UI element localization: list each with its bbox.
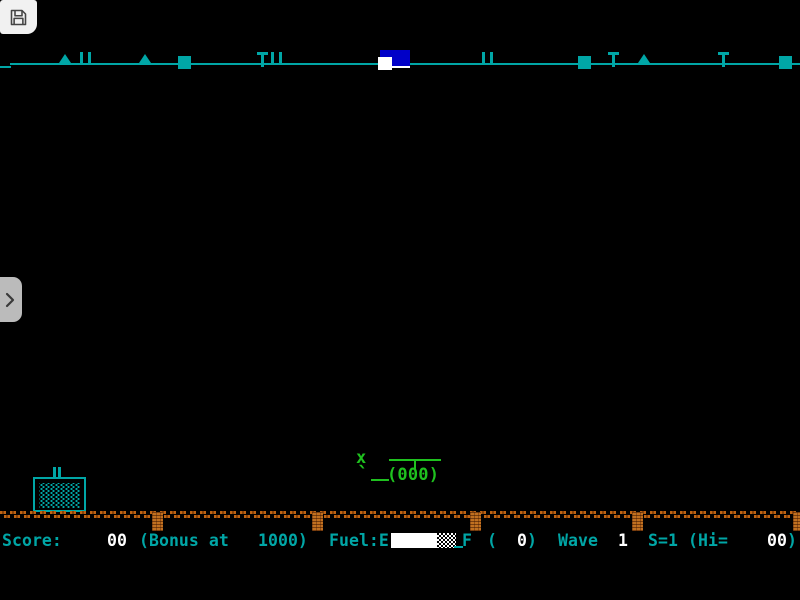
status-text: 1000) bbox=[258, 532, 308, 549]
radar-marker-tee bbox=[608, 52, 619, 67]
radar-line-step bbox=[0, 66, 11, 68]
radar-marker-gate bbox=[80, 52, 91, 63]
status-text: F bbox=[462, 532, 472, 549]
radar-marker-gate bbox=[271, 52, 282, 63]
radar-marker-tee bbox=[718, 52, 729, 67]
status-text: ) bbox=[527, 532, 537, 549]
status-bar: Score: 00 (Bonus at 1000) Fuel:E F (0) Wave 1 S=1… bbox=[0, 528, 800, 552]
depot-tank bbox=[33, 477, 86, 512]
panel-toggle-button[interactable] bbox=[0, 277, 22, 322]
status-text: Fuel:E bbox=[329, 532, 389, 549]
radar-marker-tee bbox=[257, 52, 268, 67]
status-text: (Bonus at bbox=[139, 532, 229, 549]
radar-marker-gate bbox=[482, 52, 493, 63]
game-screen[interactable]: x ` (000) Score:00(Bonus at1000)Fuel:EF(… bbox=[0, 0, 800, 600]
heli-body: (000) bbox=[387, 467, 439, 484]
save-button[interactable] bbox=[0, 0, 37, 34]
fuel-gauge-solid bbox=[391, 533, 437, 548]
status-text: S=1 bbox=[648, 532, 678, 549]
radar-marker-triangle bbox=[638, 54, 650, 63]
status-text: Wave bbox=[558, 532, 598, 549]
ground-strip bbox=[0, 511, 800, 518]
status-text: (Hi= bbox=[688, 532, 728, 549]
radar-marker-viewport bbox=[378, 50, 411, 70]
radar-player-dot bbox=[378, 57, 392, 70]
status-text: 1 bbox=[618, 532, 628, 549]
radar-marker-triangle bbox=[139, 54, 151, 63]
depot-fill-pattern bbox=[39, 483, 80, 508]
radar-marker-triangle bbox=[59, 54, 71, 63]
status-text: Score: bbox=[2, 532, 62, 549]
fuel-gauge-line bbox=[454, 546, 463, 548]
radar-marker-square bbox=[178, 56, 191, 69]
status-text: 00 bbox=[107, 532, 127, 549]
floppy-disk-icon bbox=[8, 7, 29, 28]
radar-viewport-underline bbox=[392, 66, 410, 68]
chevron-right-icon bbox=[3, 290, 17, 310]
status-text: ( bbox=[487, 532, 497, 549]
radar-marker-square bbox=[578, 56, 591, 69]
status-text: ) bbox=[787, 532, 797, 549]
heli-tail-hook: ` bbox=[357, 464, 369, 484]
status-text: 0 bbox=[517, 532, 527, 549]
radar-marker-square bbox=[779, 56, 792, 69]
status-text: 00 bbox=[767, 532, 787, 549]
